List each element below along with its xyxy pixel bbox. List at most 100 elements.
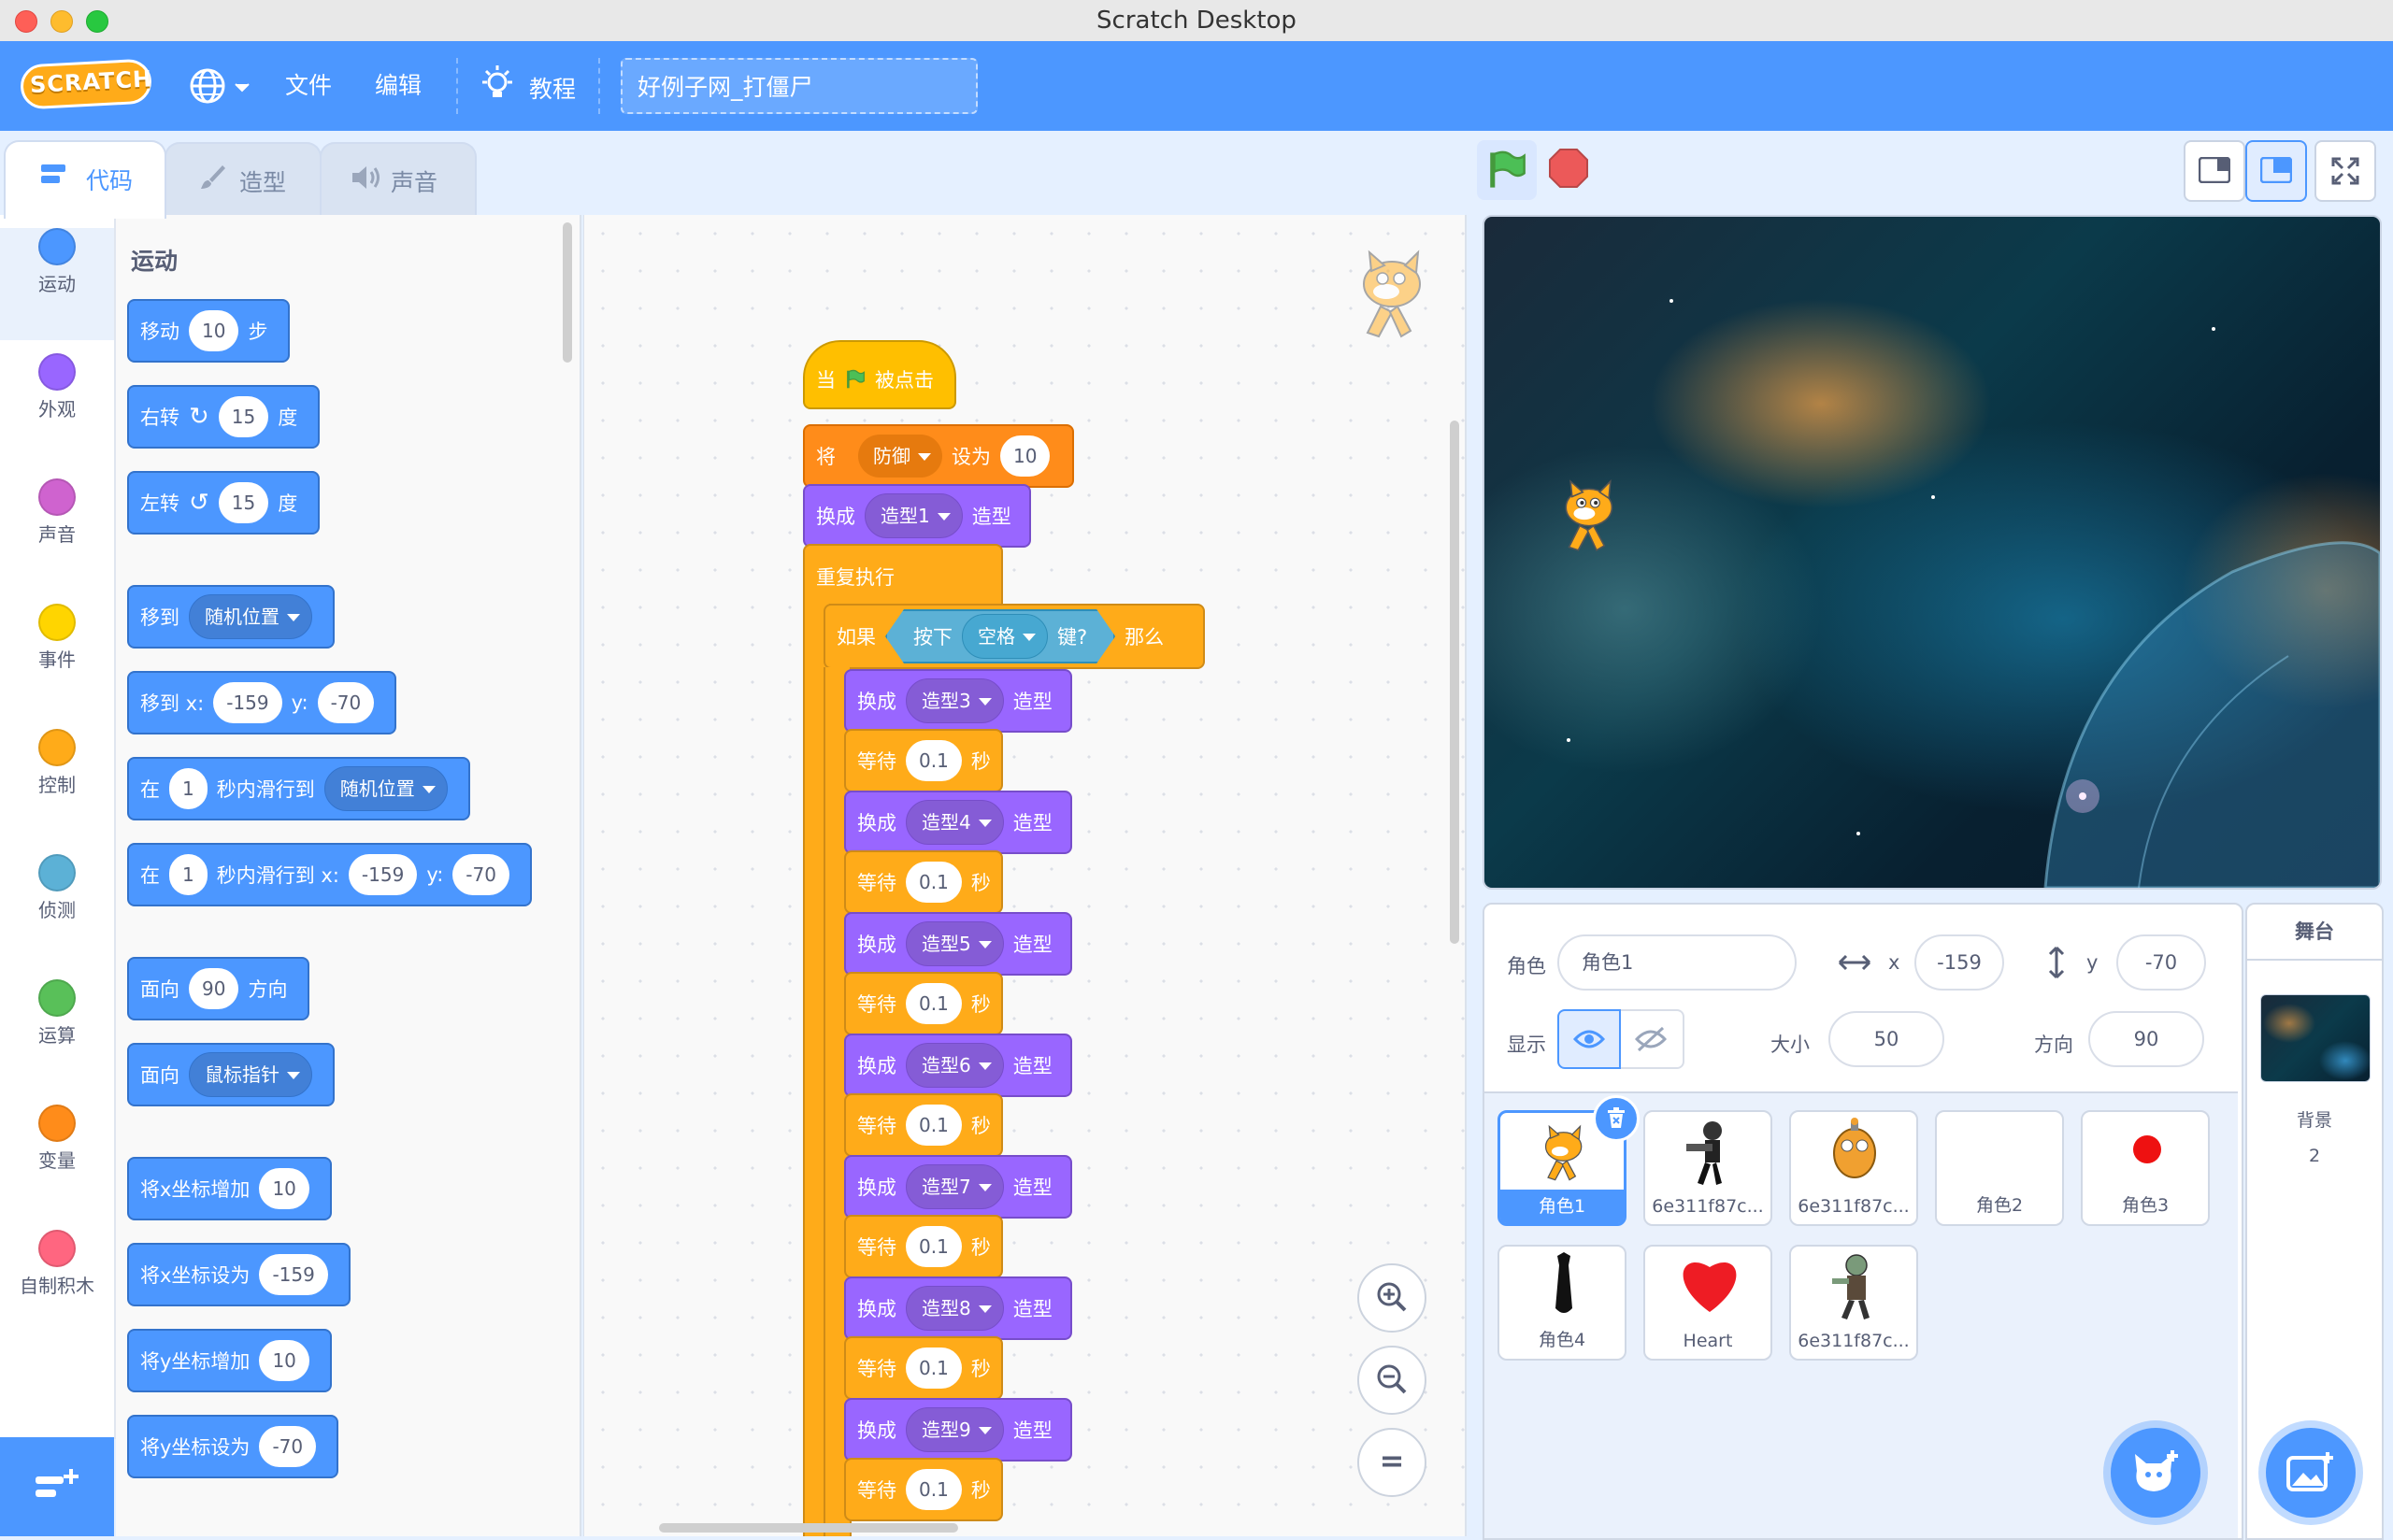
scratch-logo[interactable]: SCRATCH	[19, 58, 153, 110]
block-dropdown[interactable]: 随机位置	[189, 594, 312, 639]
code-workspace[interactable]: 当 被点击 将 防御 设为 10 换成 造型1 造型 重复执行 如果 按下 空格…	[583, 215, 1467, 1536]
block-number-input[interactable]: -70	[317, 682, 375, 723]
block-turn-left[interactable]: 左转 ↺ 15 度	[127, 471, 321, 535]
block-wait[interactable]: 等待 0.1 秒	[844, 1093, 1003, 1157]
project-title-input[interactable]: 好例子网_打僵尸	[621, 58, 978, 114]
block-number-input[interactable]: 1	[169, 768, 208, 809]
block-point-towards[interactable]: 面向 鼠标指针	[127, 1043, 335, 1106]
delete-sprite-button[interactable]	[1593, 1095, 1640, 1142]
edit-menu[interactable]: 编辑	[375, 41, 422, 131]
fullscreen-button[interactable]	[2314, 140, 2376, 202]
block-number-input[interactable]: 0.1	[906, 1105, 962, 1146]
small-stage-button[interactable]	[2184, 140, 2245, 202]
costume-dropdown[interactable]: 造型5	[906, 921, 1004, 966]
block-turn-right[interactable]: 右转 ↻ 15 度	[127, 385, 321, 449]
costume-dropdown[interactable]: 造型7	[906, 1164, 1004, 1209]
costume-dropdown[interactable]: 造型3	[906, 678, 1004, 723]
block-point-direction[interactable]: 面向 90 方向	[127, 957, 310, 1020]
hide-sprite-button[interactable]	[1621, 1009, 1684, 1069]
block-switch-costume[interactable]: 换成 造型3 造型	[844, 669, 1072, 733]
costume-dropdown[interactable]: 造型6	[906, 1043, 1004, 1088]
zoom-reset-button[interactable]: =	[1357, 1428, 1426, 1497]
block-number-input[interactable]: 90	[189, 968, 239, 1009]
block-number-input[interactable]: 0.1	[906, 1226, 962, 1267]
block-wait[interactable]: 等待 0.1 秒	[844, 1336, 1003, 1400]
block-when-flag-clicked[interactable]: 当 被点击	[803, 340, 956, 409]
stage-thumbnail[interactable]	[2260, 994, 2371, 1082]
file-menu[interactable]: 文件	[285, 41, 332, 131]
block-if-then[interactable]: 如果 按下 空格 键? 那么	[824, 604, 1205, 669]
sprite-tile[interactable]: 6e311f87c...	[1789, 1110, 1918, 1226]
block-switch-costume[interactable]: 换成 造型8 造型	[844, 1276, 1072, 1340]
block-wait[interactable]: 等待 0.1 秒	[844, 972, 1003, 1035]
category-6[interactable]: 运算	[0, 979, 114, 1091]
block-wait[interactable]: 等待 0.1 秒	[844, 729, 1003, 792]
sprite-tile[interactable]: 角色4	[1497, 1245, 1626, 1361]
sprite-size-input[interactable]: 50	[1828, 1011, 1944, 1067]
stage-canvas[interactable]	[1483, 215, 2382, 890]
costume-dropdown[interactable]: 造型9	[906, 1407, 1004, 1452]
choose-backdrop-button[interactable]	[2266, 1428, 2356, 1518]
block-go-to[interactable]: 移到 随机位置	[127, 585, 335, 649]
sprite-y-input[interactable]: -70	[2116, 934, 2206, 991]
block-wait[interactable]: 等待 0.1 秒	[844, 850, 1003, 914]
variable-dropdown[interactable]: 防御	[858, 435, 942, 478]
block-switch-costume[interactable]: 换成 造型4 造型	[844, 791, 1072, 854]
block-dropdown[interactable]: 鼠标指针	[189, 1052, 312, 1097]
block-number-input[interactable]: 0.1	[906, 1469, 962, 1510]
workspace-v-scrollbar[interactable]	[1450, 421, 1459, 944]
block-number-input[interactable]: -70	[452, 854, 509, 895]
block-switch-costume[interactable]: 换成 造型5 造型	[844, 912, 1072, 976]
language-menu[interactable]	[187, 65, 252, 107]
block-change-x[interactable]: 将x坐标增加 10	[127, 1157, 332, 1220]
category-3[interactable]: 事件	[0, 604, 114, 716]
choose-sprite-button[interactable]	[2111, 1428, 2200, 1518]
block-number-input[interactable]: -159	[213, 682, 282, 723]
sprite-x-input[interactable]: -159	[1914, 934, 2004, 991]
block-number-input[interactable]: 0.1	[906, 740, 962, 781]
block-key-pressed[interactable]: 按下 空格 键?	[885, 609, 1115, 663]
block-number-input[interactable]: 10	[189, 310, 239, 351]
category-7[interactable]: 变量	[0, 1105, 114, 1217]
sprite-tile[interactable]: Heart	[1643, 1245, 1772, 1361]
block-glide-to[interactable]: 在 1 秒内滑行到 随机位置	[127, 757, 470, 820]
block-switch-costume[interactable]: 换成 造型1 造型	[803, 484, 1031, 548]
workspace-h-scrollbar[interactable]	[659, 1523, 958, 1533]
block-forever[interactable]: 重复执行	[803, 544, 1003, 609]
block-number-input[interactable]: 15	[218, 396, 269, 437]
block-number-input[interactable]: 0.1	[906, 862, 962, 903]
green-flag-button[interactable]	[1477, 140, 1537, 200]
block-wait[interactable]: 等待 0.1 秒	[844, 1215, 1003, 1278]
category-0[interactable]: 运动	[0, 228, 114, 340]
block-switch-costume[interactable]: 换成 造型6 造型	[844, 1034, 1072, 1097]
block-switch-costume[interactable]: 换成 造型9 造型	[844, 1398, 1072, 1462]
category-8[interactable]: 自制积木	[0, 1230, 114, 1342]
block-switch-costume[interactable]: 换成 造型7 造型	[844, 1155, 1072, 1219]
sprite-direction-input[interactable]: 90	[2088, 1011, 2204, 1067]
zoom-in-button[interactable]	[1357, 1263, 1426, 1333]
block-number-input[interactable]: 0.1	[906, 983, 962, 1024]
cat-sprite[interactable]	[1546, 469, 1630, 563]
category-2[interactable]: 声音	[0, 478, 114, 591]
sprite-tile[interactable]: 6e311f87c...	[1643, 1110, 1772, 1226]
show-sprite-button[interactable]	[1557, 1009, 1621, 1069]
block-change-y[interactable]: 将y坐标增加 10	[127, 1329, 332, 1392]
category-5[interactable]: 侦测	[0, 854, 114, 966]
stop-button[interactable]	[1548, 148, 1589, 189]
costume-dropdown[interactable]: 造型1	[865, 493, 963, 538]
sprite-tile[interactable]: 角色2	[1935, 1110, 2064, 1226]
sprite-name-input[interactable]: 角色1	[1557, 934, 1797, 991]
block-number-input[interactable]: 10	[259, 1340, 309, 1381]
tutorials-menu[interactable]: 教程	[479, 64, 581, 108]
block-dropdown[interactable]: 随机位置	[323, 766, 448, 811]
block-go-to-xy[interactable]: 移到 x: -159 y: -70	[127, 671, 397, 734]
block-number-input[interactable]: -70	[259, 1426, 317, 1467]
block-number-input[interactable]: 10	[259, 1168, 309, 1209]
block-number-input[interactable]: 1	[169, 854, 208, 895]
category-4[interactable]: 控制	[0, 729, 114, 841]
costume-dropdown[interactable]: 造型8	[906, 1286, 1004, 1331]
add-extension-button[interactable]	[0, 1437, 114, 1536]
costume-dropdown[interactable]: 造型4	[906, 800, 1004, 845]
block-number-input[interactable]: 10	[1000, 435, 1051, 477]
block-number-input[interactable]: 15	[218, 482, 269, 523]
